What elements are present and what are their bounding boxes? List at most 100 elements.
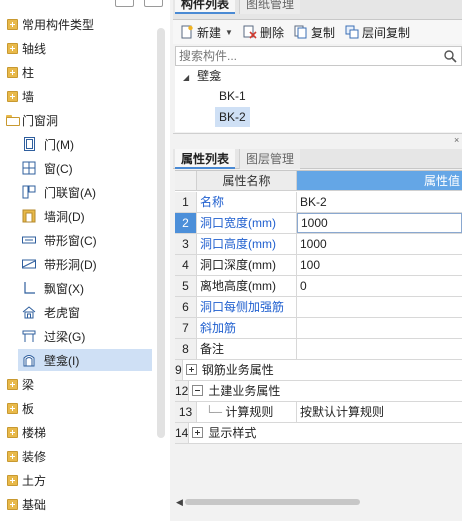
search-input[interactable] bbox=[176, 47, 443, 65]
tree-tool-button-1[interactable] bbox=[115, 0, 134, 7]
expand-icon[interactable] bbox=[6, 90, 18, 102]
search-icon[interactable] bbox=[443, 49, 457, 63]
property-value[interactable]: 1000 bbox=[297, 213, 462, 233]
expand-icon[interactable] bbox=[6, 498, 18, 510]
bay-window-icon bbox=[22, 281, 36, 295]
property-group[interactable]: 土建业务属性 bbox=[189, 381, 462, 401]
delete-button[interactable]: 删除 bbox=[239, 21, 288, 43]
tree-item-label: 窗(C) bbox=[44, 161, 73, 176]
tree-item-dormer[interactable]: 老虎窗 bbox=[0, 300, 160, 324]
property-value[interactable]: 0 bbox=[297, 276, 462, 296]
expand-icon[interactable] bbox=[6, 66, 18, 78]
expand-icon[interactable] bbox=[6, 474, 18, 486]
collapse-icon[interactable] bbox=[6, 114, 20, 126]
property-group[interactable]: 显示样式 bbox=[189, 423, 462, 443]
tree-item-door-window[interactable]: 门联窗(A) bbox=[0, 180, 160, 204]
new-button[interactable]: 新建 ▼ bbox=[176, 21, 237, 43]
property-row[interactable]: 14 显示样式 bbox=[175, 423, 462, 444]
tree-category[interactable]: 柱 bbox=[0, 60, 160, 84]
tree-item-bay-window[interactable]: 飘窗(X) bbox=[0, 276, 160, 300]
tree-category[interactable]: 常用构件类型 bbox=[0, 12, 160, 36]
scroll-thumb[interactable] bbox=[185, 499, 360, 505]
selection-highlight bbox=[18, 349, 152, 371]
row-number: 14 bbox=[175, 423, 190, 443]
tab-component-list[interactable]: 构件列表 bbox=[175, 0, 236, 14]
tree-category[interactable]: 墙 bbox=[0, 84, 160, 108]
tree-item-label: 柱 bbox=[22, 65, 35, 80]
tree-item-niche[interactable]: 壁龛(I) bbox=[0, 348, 160, 372]
left-top-buttons bbox=[0, 0, 170, 8]
tree-category[interactable]: 土方 bbox=[0, 468, 160, 492]
search-field[interactable] bbox=[175, 46, 462, 66]
close-icon[interactable]: × bbox=[454, 136, 460, 145]
tree-category[interactable]: 梁 bbox=[0, 372, 160, 396]
property-value[interactable]: 100 bbox=[297, 255, 462, 275]
property-row[interactable]: 3 洞口高度(mm) 1000 bbox=[175, 234, 462, 255]
tree-tool-button-2[interactable] bbox=[144, 0, 163, 7]
expand-icon[interactable] bbox=[6, 42, 18, 54]
property-name: 离地高度(mm) bbox=[197, 276, 297, 296]
new-icon bbox=[180, 25, 194, 39]
tree-item-wall-opening[interactable]: 墙洞(D) bbox=[0, 204, 160, 228]
tree-item-label: 老虎窗 bbox=[44, 305, 81, 320]
property-group-name: 显示样式 bbox=[208, 426, 257, 440]
expand-icon[interactable] bbox=[185, 364, 197, 375]
property-value[interactable] bbox=[297, 318, 462, 338]
tree-item-strip-window[interactable]: 带形窗(C) bbox=[0, 228, 160, 252]
horizontal-scrollbar[interactable]: ◀ bbox=[175, 496, 462, 508]
collapse-triangle-icon[interactable]: ◢ bbox=[183, 73, 189, 82]
property-row[interactable]: 8 备注 bbox=[175, 339, 462, 360]
new-label: 新建 bbox=[197, 25, 222, 40]
tree-category[interactable]: 装修 bbox=[0, 444, 160, 468]
collapse-icon[interactable] bbox=[192, 385, 204, 396]
expand-icon[interactable] bbox=[6, 402, 18, 414]
row-number: 1 bbox=[175, 192, 197, 212]
tab-property-list[interactable]: 属性列表 bbox=[175, 149, 236, 169]
expand-icon[interactable] bbox=[6, 378, 18, 390]
component-item[interactable]: BK-1 bbox=[219, 86, 246, 106]
component-item-selected[interactable]: BK-2 bbox=[215, 107, 250, 127]
property-group[interactable]: 钢筋业务属性 bbox=[183, 360, 462, 380]
tree-item-door[interactable]: 门(M) bbox=[0, 132, 160, 156]
copy-button[interactable]: 复制 bbox=[290, 21, 339, 43]
tree-item-window[interactable]: 窗(C) bbox=[0, 156, 160, 180]
property-row[interactable]: 4 洞口深度(mm) 100 bbox=[175, 255, 462, 276]
expand-icon[interactable] bbox=[6, 18, 18, 30]
tab-layer-management[interactable]: 图层管理 bbox=[239, 149, 301, 169]
property-row[interactable]: 5 离地高度(mm) 0 bbox=[175, 276, 462, 297]
property-tabs: 属性列表 图层管理 bbox=[173, 149, 462, 169]
tree-item-lintel[interactable]: 过梁(G) bbox=[0, 324, 160, 348]
component-group[interactable]: ◢ 壁龛 bbox=[183, 66, 221, 86]
scroll-left-icon[interactable]: ◀ bbox=[176, 496, 183, 508]
row-number: 3 bbox=[175, 234, 197, 254]
tree-category[interactable]: 楼梯 bbox=[0, 420, 160, 444]
property-name: 洞口深度(mm) bbox=[197, 255, 297, 275]
property-value[interactable]: BK-2 bbox=[297, 192, 462, 212]
component-item-label: BK-1 bbox=[219, 89, 246, 103]
property-value[interactable]: 按默认计算规则 bbox=[297, 402, 462, 422]
property-name-header: 属性名称 bbox=[197, 171, 297, 190]
tab-drawing-management[interactable]: 图纸管理 bbox=[239, 0, 301, 14]
property-row[interactable]: 1 名称 BK-2 bbox=[175, 192, 462, 213]
chevron-down-icon[interactable]: ▼ bbox=[225, 28, 233, 37]
property-row[interactable]: 13 └─ 计算规则 按默认计算规则 bbox=[175, 402, 462, 423]
property-row[interactable]: 6 洞口每侧加强筋 bbox=[175, 297, 462, 318]
property-row[interactable]: 9 钢筋业务属性 bbox=[175, 360, 462, 381]
panel-splitter[interactable]: × bbox=[173, 133, 462, 147]
expand-icon[interactable] bbox=[6, 426, 18, 438]
expand-icon[interactable] bbox=[6, 450, 18, 462]
tree-category[interactable]: 轴线 bbox=[0, 36, 160, 60]
tree-category[interactable]: 门窗洞 bbox=[0, 108, 160, 132]
property-value[interactable]: 1000 bbox=[297, 234, 462, 254]
property-value[interactable] bbox=[297, 297, 462, 317]
property-row[interactable]: 7 斜加筋 bbox=[175, 318, 462, 339]
property-value[interactable] bbox=[297, 339, 462, 359]
property-row[interactable]: 2 洞口宽度(mm) 1000 bbox=[175, 213, 462, 234]
tree-scrollbar[interactable] bbox=[157, 28, 165, 438]
tree-category[interactable]: 板 bbox=[0, 396, 160, 420]
expand-icon[interactable] bbox=[192, 427, 204, 438]
tree-item-strip-opening[interactable]: 带形洞(D) bbox=[0, 252, 160, 276]
property-row[interactable]: 12 土建业务属性 bbox=[175, 381, 462, 402]
floor-copy-button[interactable]: 层间复制 bbox=[341, 21, 414, 43]
tree-category[interactable]: 基础 bbox=[0, 492, 160, 516]
